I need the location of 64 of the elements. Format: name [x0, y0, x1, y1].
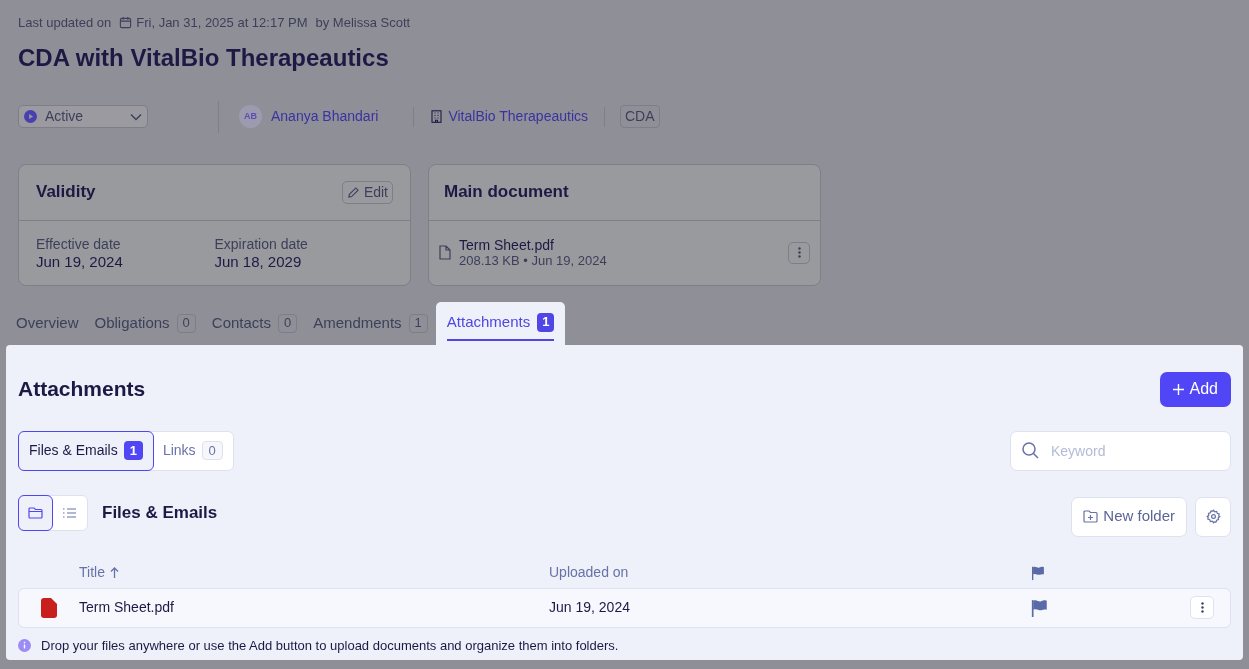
subtab-count: 0	[201, 441, 223, 460]
more-button[interactable]	[788, 241, 810, 264]
add-button[interactable]: Add	[1159, 371, 1231, 407]
file-name: Term Sheet.pdf	[459, 236, 554, 253]
type-tag: CDA	[620, 105, 660, 128]
tab-count: 0	[278, 313, 298, 333]
more-icon	[1200, 602, 1204, 613]
updated-by: by Melissa Scott	[315, 14, 411, 32]
arrow-up-icon	[109, 567, 119, 578]
chevron-down-icon	[130, 112, 142, 121]
plus-icon	[1172, 383, 1184, 395]
updated-date: Fri, Jan 31, 2025 at 12:17 PM	[136, 14, 308, 32]
section-subheading: Files & Emails	[102, 501, 218, 524]
tab-count: 1	[537, 312, 555, 332]
tab[interactable]: Amendments 1	[305, 301, 436, 345]
table-cell-text: Jun 19, 2024	[549, 598, 631, 617]
column-header[interactable]: Title	[79, 562, 549, 583]
tab[interactable]: Attachments 1	[435, 301, 566, 345]
status-dropdown[interactable]: Active	[18, 105, 148, 128]
list-icon	[63, 507, 76, 518]
file-meta: 208.13 KB • Jun 19, 2024	[459, 252, 607, 269]
search-icon	[1022, 441, 1039, 459]
tab-count: 0	[176, 313, 196, 333]
folder-plus-icon	[1083, 510, 1099, 523]
view-toggle[interactable]	[18, 494, 53, 531]
more-icon	[797, 247, 801, 258]
last-updated-label: Last updated on	[18, 14, 112, 32]
pencil-icon	[346, 185, 360, 199]
card-title: Main document	[444, 181, 569, 204]
field-label: Expiration date	[214, 234, 308, 253]
table-row[interactable]: Term Sheet.pdf Jun 19, 2024	[18, 587, 1231, 628]
field-value: Jun 19, 2024	[36, 252, 123, 271]
calendar-icon	[119, 16, 133, 30]
edit-button[interactable]: Edit	[341, 180, 393, 204]
flag-icon	[1031, 598, 1049, 617]
building-icon	[431, 110, 443, 123]
info-icon	[18, 638, 31, 652]
tab[interactable]: Overview	[8, 301, 87, 345]
document-icon	[439, 245, 451, 260]
column-header[interactable]: Uploaded on	[549, 562, 1031, 583]
settings-icon	[1205, 509, 1221, 524]
subtab[interactable]: Files & Emails 1	[18, 430, 154, 471]
flag-icon	[1031, 565, 1046, 580]
subtab[interactable]: Links 0	[152, 431, 233, 470]
new-folder-button[interactable]: New folder	[1071, 496, 1187, 537]
search-field[interactable]: Keyword	[1010, 430, 1231, 471]
table-cell-text: Term Sheet.pdf	[79, 598, 175, 617]
section-heading: Attachments	[18, 376, 146, 403]
play-icon	[24, 110, 37, 123]
tab[interactable]: Obligations 0	[86, 301, 204, 345]
avatar-initials: AB	[239, 105, 262, 128]
field-value: Jun 18, 2029	[214, 252, 302, 271]
card-title: Validity	[36, 181, 96, 204]
tab[interactable]: Contacts 0	[203, 301, 306, 345]
field-label: Effective date	[36, 234, 121, 253]
folder-icon	[28, 506, 43, 519]
settings-button[interactable]	[1195, 496, 1231, 537]
company-link[interactable]: VitalBio Therapeautics	[431, 106, 588, 127]
subtab-count: 1	[123, 441, 143, 460]
hint-text: Drop your files anywhere or use the Add button to upload documents and organize them into folders.	[41, 636, 619, 655]
pdf-file-icon	[41, 597, 57, 618]
tab-count: 1	[408, 313, 428, 333]
page-title: CDA with VitalBio Therapeautics	[18, 42, 389, 73]
owner-link[interactable]: Ananya Bhandari	[271, 106, 379, 127]
